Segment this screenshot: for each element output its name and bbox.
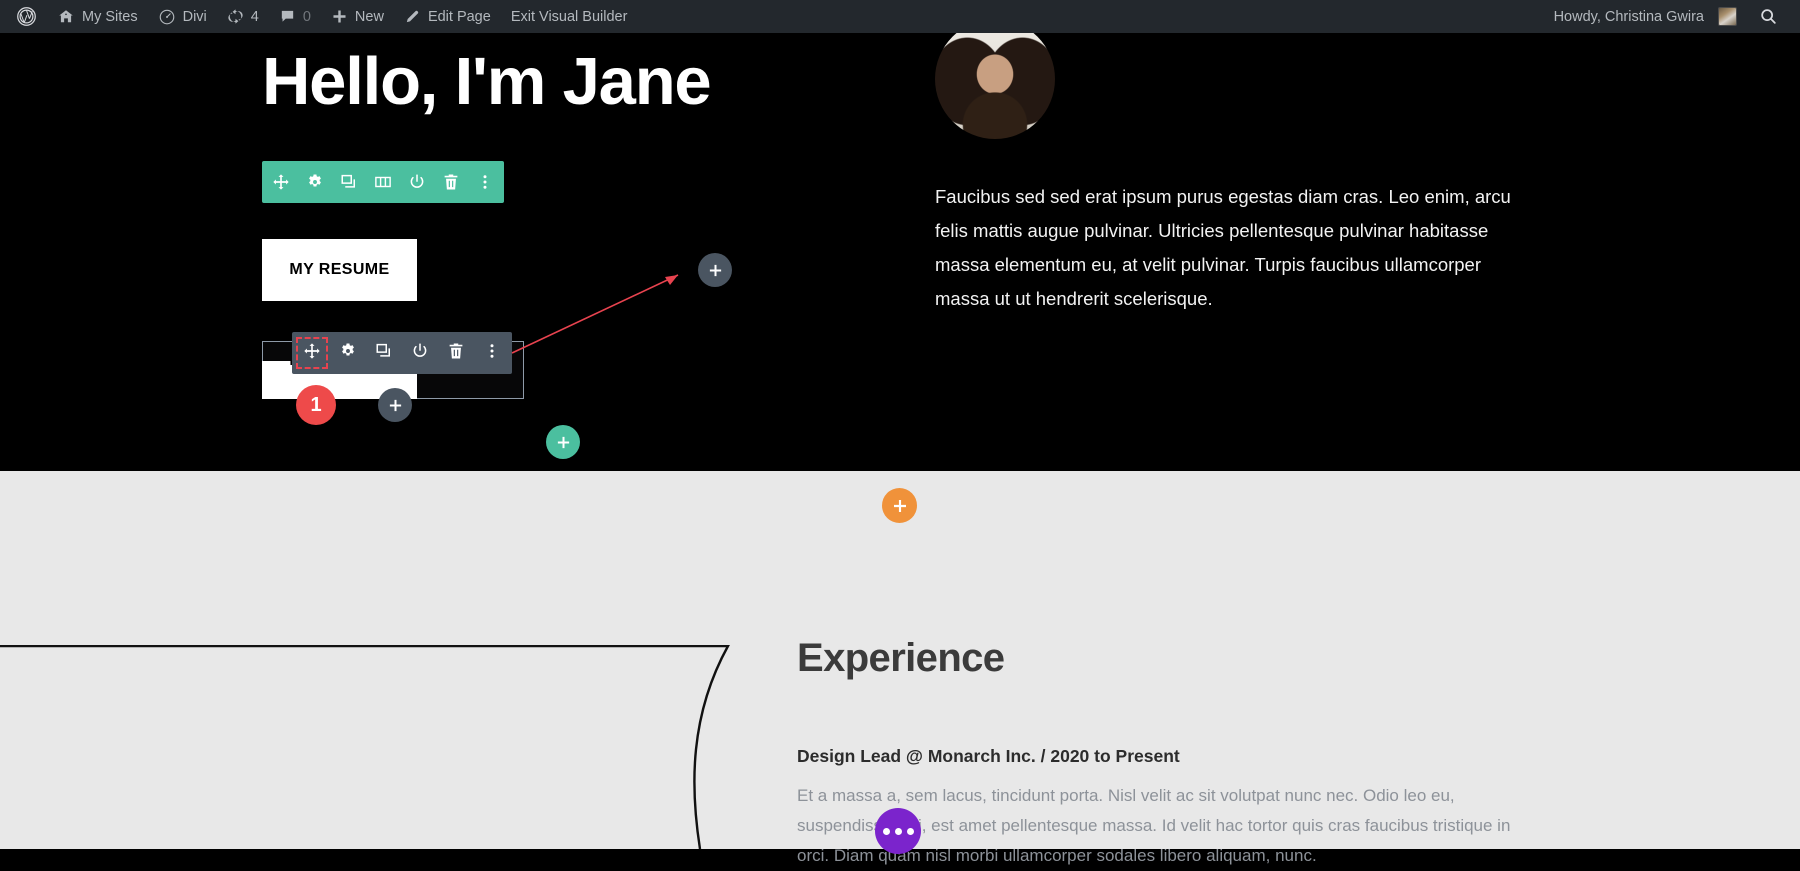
admin-bar-item-updates[interactable]: 4	[217, 0, 269, 33]
wordpress-logo-button[interactable]	[6, 0, 47, 33]
plus-icon	[331, 8, 348, 25]
columns-icon	[374, 173, 392, 191]
vertical-dots-icon	[483, 342, 501, 365]
hero-section: Hello, I'm Jane MY RESUME 1 Faucibus sed…	[0, 19, 1800, 471]
resume-button[interactable]: MY RESUME	[262, 239, 417, 301]
duplicate-icon	[375, 342, 393, 365]
admin-bar-label-new: New	[354, 8, 384, 25]
divi-floating-menu-button[interactable]	[875, 808, 921, 854]
wordpress-icon	[16, 6, 37, 27]
duplicate-section-button[interactable]	[339, 172, 359, 192]
power-icon	[411, 342, 429, 365]
horizontal-dots-icon	[906, 827, 914, 835]
step-badge: 1	[296, 385, 336, 425]
avatar	[1718, 7, 1737, 26]
section-toolbar[interactable]	[262, 161, 504, 203]
admin-bar-item-divi[interactable]: Divi	[148, 0, 217, 33]
hero-paragraph: Faucibus sed sed erat ipsum purus egesta…	[935, 186, 1511, 309]
admin-bar-item-my-sites[interactable]: My Sites	[47, 0, 148, 33]
plus-icon	[708, 263, 723, 278]
add-row-button[interactable]	[546, 425, 580, 459]
experience-section: Experience Design Lead @ Monarch Inc. / …	[0, 471, 1800, 865]
search-icon	[1759, 7, 1778, 26]
page-title: Hello, I'm Jane	[262, 44, 712, 119]
admin-bar-label-updates: 4	[250, 8, 259, 25]
admin-bar-label-comments: 0	[302, 8, 311, 25]
admin-bar-label-divi: Divi	[182, 8, 207, 25]
admin-bar-search-button[interactable]	[1747, 0, 1792, 33]
delete-module-button[interactable]	[446, 343, 466, 363]
experience-role-line: Design Lead @ Monarch Inc. / 2020 to Pre…	[797, 746, 1180, 766]
resume-button-label: MY RESUME	[289, 261, 390, 278]
horizontal-dots-icon	[894, 827, 902, 835]
divi-icon	[158, 8, 176, 26]
move-section-button[interactable]	[271, 172, 291, 192]
admin-bar-item-exit-visual-builder[interactable]: Exit Visual Builder	[501, 0, 638, 33]
gear-icon	[306, 173, 324, 191]
add-section-button[interactable]	[882, 488, 917, 523]
section-settings-button[interactable]	[305, 172, 325, 192]
move-arrows-icon	[303, 342, 321, 365]
admin-bar-label-edit-page: Edit Page	[427, 8, 491, 25]
trash-icon	[442, 173, 460, 191]
trash-icon	[447, 342, 465, 365]
module-toolbar[interactable]	[292, 332, 512, 374]
power-icon	[408, 173, 426, 191]
experience-heading: Experience	[797, 636, 1005, 680]
duplicate-icon	[340, 173, 358, 191]
plus-icon	[388, 398, 403, 413]
delete-section-button[interactable]	[441, 172, 461, 192]
plus-icon	[556, 435, 571, 450]
section-more-options-button[interactable]	[475, 172, 495, 192]
vertical-dots-icon	[476, 173, 494, 191]
admin-bar-item-edit-page[interactable]: Edit Page	[394, 0, 501, 33]
move-arrows-icon	[272, 173, 290, 191]
admin-bar-label-my-sites: My Sites	[82, 8, 138, 25]
section-columns-button[interactable]	[373, 172, 393, 192]
hero-profile-photo	[935, 19, 1055, 139]
add-module-button-inline[interactable]	[378, 388, 412, 422]
sites-icon	[57, 8, 75, 26]
wp-admin-bar: My Sites Divi 4 0 New Edit Page Exit Vis…	[0, 0, 1800, 33]
horizontal-dots-icon	[882, 827, 890, 835]
pencil-icon	[404, 8, 421, 25]
module-settings-button[interactable]	[338, 343, 358, 363]
admin-bar-greeting: Howdy, Christina Gwira	[1553, 8, 1704, 25]
visual-builder-canvas: Hello, I'm Jane MY RESUME 1 Faucibus sed…	[0, 19, 1800, 865]
admin-bar-account-menu[interactable]: Howdy, Christina Gwira	[1544, 0, 1747, 33]
gear-icon	[339, 342, 357, 365]
admin-bar-item-comments[interactable]: 0	[269, 0, 321, 33]
disable-module-button[interactable]	[410, 342, 430, 365]
admin-bar-label-exit-visual-builder: Exit Visual Builder	[510, 8, 628, 25]
disable-section-button[interactable]	[407, 172, 427, 192]
admin-bar-item-new[interactable]: New	[321, 0, 394, 33]
decorative-curve-shape	[0, 645, 730, 849]
plus-icon	[892, 498, 908, 514]
comment-icon	[279, 8, 296, 25]
admin-bar-right-group: Howdy, Christina Gwira	[1544, 0, 1800, 33]
admin-bar-left-group: My Sites Divi 4 0 New Edit Page Exit Vis…	[0, 0, 637, 33]
step-badge-number: 1	[310, 393, 322, 416]
module-more-options-button[interactable]	[482, 343, 502, 363]
updates-icon	[227, 8, 244, 25]
duplicate-module-button[interactable]	[374, 343, 394, 363]
move-module-button[interactable]	[296, 337, 328, 369]
add-module-button-right[interactable]	[698, 253, 732, 287]
